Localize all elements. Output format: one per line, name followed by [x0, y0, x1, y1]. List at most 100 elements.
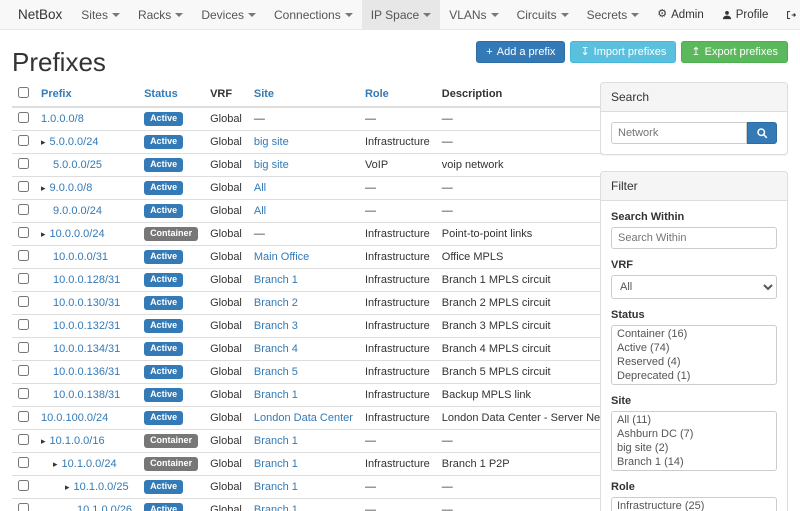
prefix-link[interactable]: 10.0.0.128/31	[53, 274, 120, 286]
utility-log-out[interactable]: Log out	[777, 0, 800, 29]
add-a-prefix-button[interactable]: +Add a prefix	[476, 41, 565, 63]
row-checkbox[interactable]	[18, 112, 29, 123]
column-header-role[interactable]: Role	[359, 82, 436, 107]
expand-arrow-icon[interactable]: ▸	[53, 459, 58, 469]
site-link[interactable]: Branch 1	[254, 389, 298, 401]
nav-item-circuits[interactable]: Circuits	[508, 0, 578, 29]
import-prefixes-button[interactable]: ↧Import prefixes	[570, 41, 676, 63]
utility-profile[interactable]: Profile	[713, 0, 778, 29]
prefix-link[interactable]: 10.0.100.0/24	[41, 412, 108, 424]
prefix-link[interactable]: 10.0.0.0/31	[53, 251, 108, 263]
row-checkbox[interactable]	[18, 227, 29, 238]
prefix-link[interactable]: 10.1.0.0/24	[62, 458, 117, 470]
column-header-site[interactable]: Site	[248, 82, 359, 107]
site-link[interactable]: Branch 3	[254, 320, 298, 332]
nav-item-devices[interactable]: Devices	[192, 0, 265, 29]
row-checkbox[interactable]	[18, 480, 29, 491]
expand-arrow-icon[interactable]: ▸	[41, 229, 46, 239]
search-input[interactable]	[611, 122, 747, 144]
prefix-link[interactable]: 10.1.0.0/16	[50, 435, 105, 447]
row-select-cell	[12, 384, 35, 407]
prefix-link[interactable]: 5.0.0.0/25	[53, 159, 102, 171]
prefix-link[interactable]: 10.0.0.132/31	[53, 320, 120, 332]
prefix-link[interactable]: 10.0.0.138/31	[53, 389, 120, 401]
expand-arrow-icon[interactable]: ▸	[41, 137, 46, 147]
prefix-link[interactable]: 5.0.0.0/24	[50, 136, 99, 148]
status-cell: Active	[138, 246, 204, 269]
site-link[interactable]: Branch 1	[254, 504, 298, 511]
expand-arrow-icon[interactable]: ▸	[41, 436, 46, 446]
site-link[interactable]: Branch 1	[254, 458, 298, 470]
row-checkbox[interactable]	[18, 457, 29, 468]
site-link[interactable]: Branch 5	[254, 366, 298, 378]
nav-item-sites[interactable]: Sites	[72, 0, 129, 29]
site-link[interactable]: Branch 1	[254, 274, 298, 286]
site-link[interactable]: Branch 4	[254, 343, 298, 355]
button-label: Export prefixes	[705, 46, 778, 58]
row-checkbox[interactable]	[18, 342, 29, 353]
search-button[interactable]	[747, 122, 777, 144]
site-link[interactable]: London Data Center	[254, 412, 353, 424]
nav-item-connections[interactable]: Connections	[265, 0, 362, 29]
prefix-link[interactable]: 9.0.0.0/8	[50, 182, 93, 194]
prefix-link[interactable]: 10.1.0.0/26	[77, 504, 132, 511]
nav-item-racks[interactable]: Racks	[129, 0, 192, 29]
prefix-link[interactable]: 1.0.0.0/8	[41, 113, 84, 125]
site-link[interactable]: All	[254, 182, 266, 194]
utility-admin[interactable]: ⚙Admin	[648, 0, 712, 29]
filter-multiselect-status[interactable]: Container (16)Active (74)Reserved (4)Dep…	[611, 325, 777, 385]
vrf-cell: Global	[204, 361, 248, 384]
row-checkbox[interactable]	[18, 250, 29, 261]
row-checkbox[interactable]	[18, 204, 29, 215]
row-select-cell	[12, 499, 35, 511]
status-badge: Active	[144, 181, 183, 195]
select-all-checkbox[interactable]	[18, 87, 29, 98]
filter-multiselect-role[interactable]: Infrastructure (25)Management (8)Private…	[611, 497, 777, 511]
prefix-link[interactable]: 10.0.0.0/24	[50, 228, 105, 240]
nav-item-secrets[interactable]: Secrets	[578, 0, 649, 29]
vrf-cell: Global	[204, 131, 248, 154]
row-checkbox[interactable]	[18, 273, 29, 284]
prefix-link[interactable]: 10.1.0.0/25	[74, 481, 129, 493]
row-checkbox[interactable]	[18, 388, 29, 399]
row-checkbox[interactable]	[18, 434, 29, 445]
nav-item-vlans[interactable]: VLANs	[440, 0, 507, 29]
status-badge: Active	[144, 411, 183, 425]
export-prefixes-button[interactable]: ↥Export prefixes	[681, 41, 788, 63]
expand-arrow-icon[interactable]: ▸	[41, 183, 46, 193]
site-link[interactable]: big site	[254, 159, 289, 171]
site-link[interactable]: big site	[254, 136, 289, 148]
row-checkbox[interactable]	[18, 158, 29, 169]
row-checkbox[interactable]	[18, 411, 29, 422]
site-link[interactable]: Main Office	[254, 251, 309, 263]
filter-select-vrf[interactable]: All	[611, 275, 777, 299]
row-checkbox[interactable]	[18, 503, 29, 511]
prefix-link[interactable]: 10.0.0.130/31	[53, 297, 120, 309]
row-checkbox[interactable]	[18, 319, 29, 330]
row-checkbox[interactable]	[18, 135, 29, 146]
vrf-cell: Global	[204, 315, 248, 338]
filter-input-search-within[interactable]	[611, 227, 777, 249]
prefix-link[interactable]: 10.0.0.136/31	[53, 366, 120, 378]
row-checkbox[interactable]	[18, 365, 29, 376]
site-link[interactable]: Branch 2	[254, 297, 298, 309]
row-checkbox[interactable]	[18, 296, 29, 307]
site-cell: Branch 1	[248, 476, 359, 499]
status-cell: Active	[138, 315, 204, 338]
nav-item-label: IP Space	[371, 8, 419, 22]
role-cell: Infrastructure	[359, 223, 436, 246]
column-header-prefix[interactable]: Prefix	[35, 82, 138, 107]
prefix-cell: ▸ 10.1.0.0/25	[35, 476, 138, 499]
prefix-link[interactable]: 10.0.0.134/31	[53, 343, 120, 355]
filter-multiselect-site[interactable]: All (11)Ashburn DC (7)big site (2)Branch…	[611, 411, 777, 471]
role-cell: Infrastructure	[359, 384, 436, 407]
row-checkbox[interactable]	[18, 181, 29, 192]
nav-item-ip-space[interactable]: IP Space	[362, 0, 440, 29]
brand[interactable]: NetBox	[8, 0, 72, 29]
site-link[interactable]: Branch 1	[254, 435, 298, 447]
column-header-status[interactable]: Status	[138, 82, 204, 107]
prefix-link[interactable]: 9.0.0.0/24	[53, 205, 102, 217]
site-link[interactable]: All	[254, 205, 266, 217]
expand-arrow-icon[interactable]: ▸	[65, 482, 70, 492]
site-link[interactable]: Branch 1	[254, 481, 298, 493]
